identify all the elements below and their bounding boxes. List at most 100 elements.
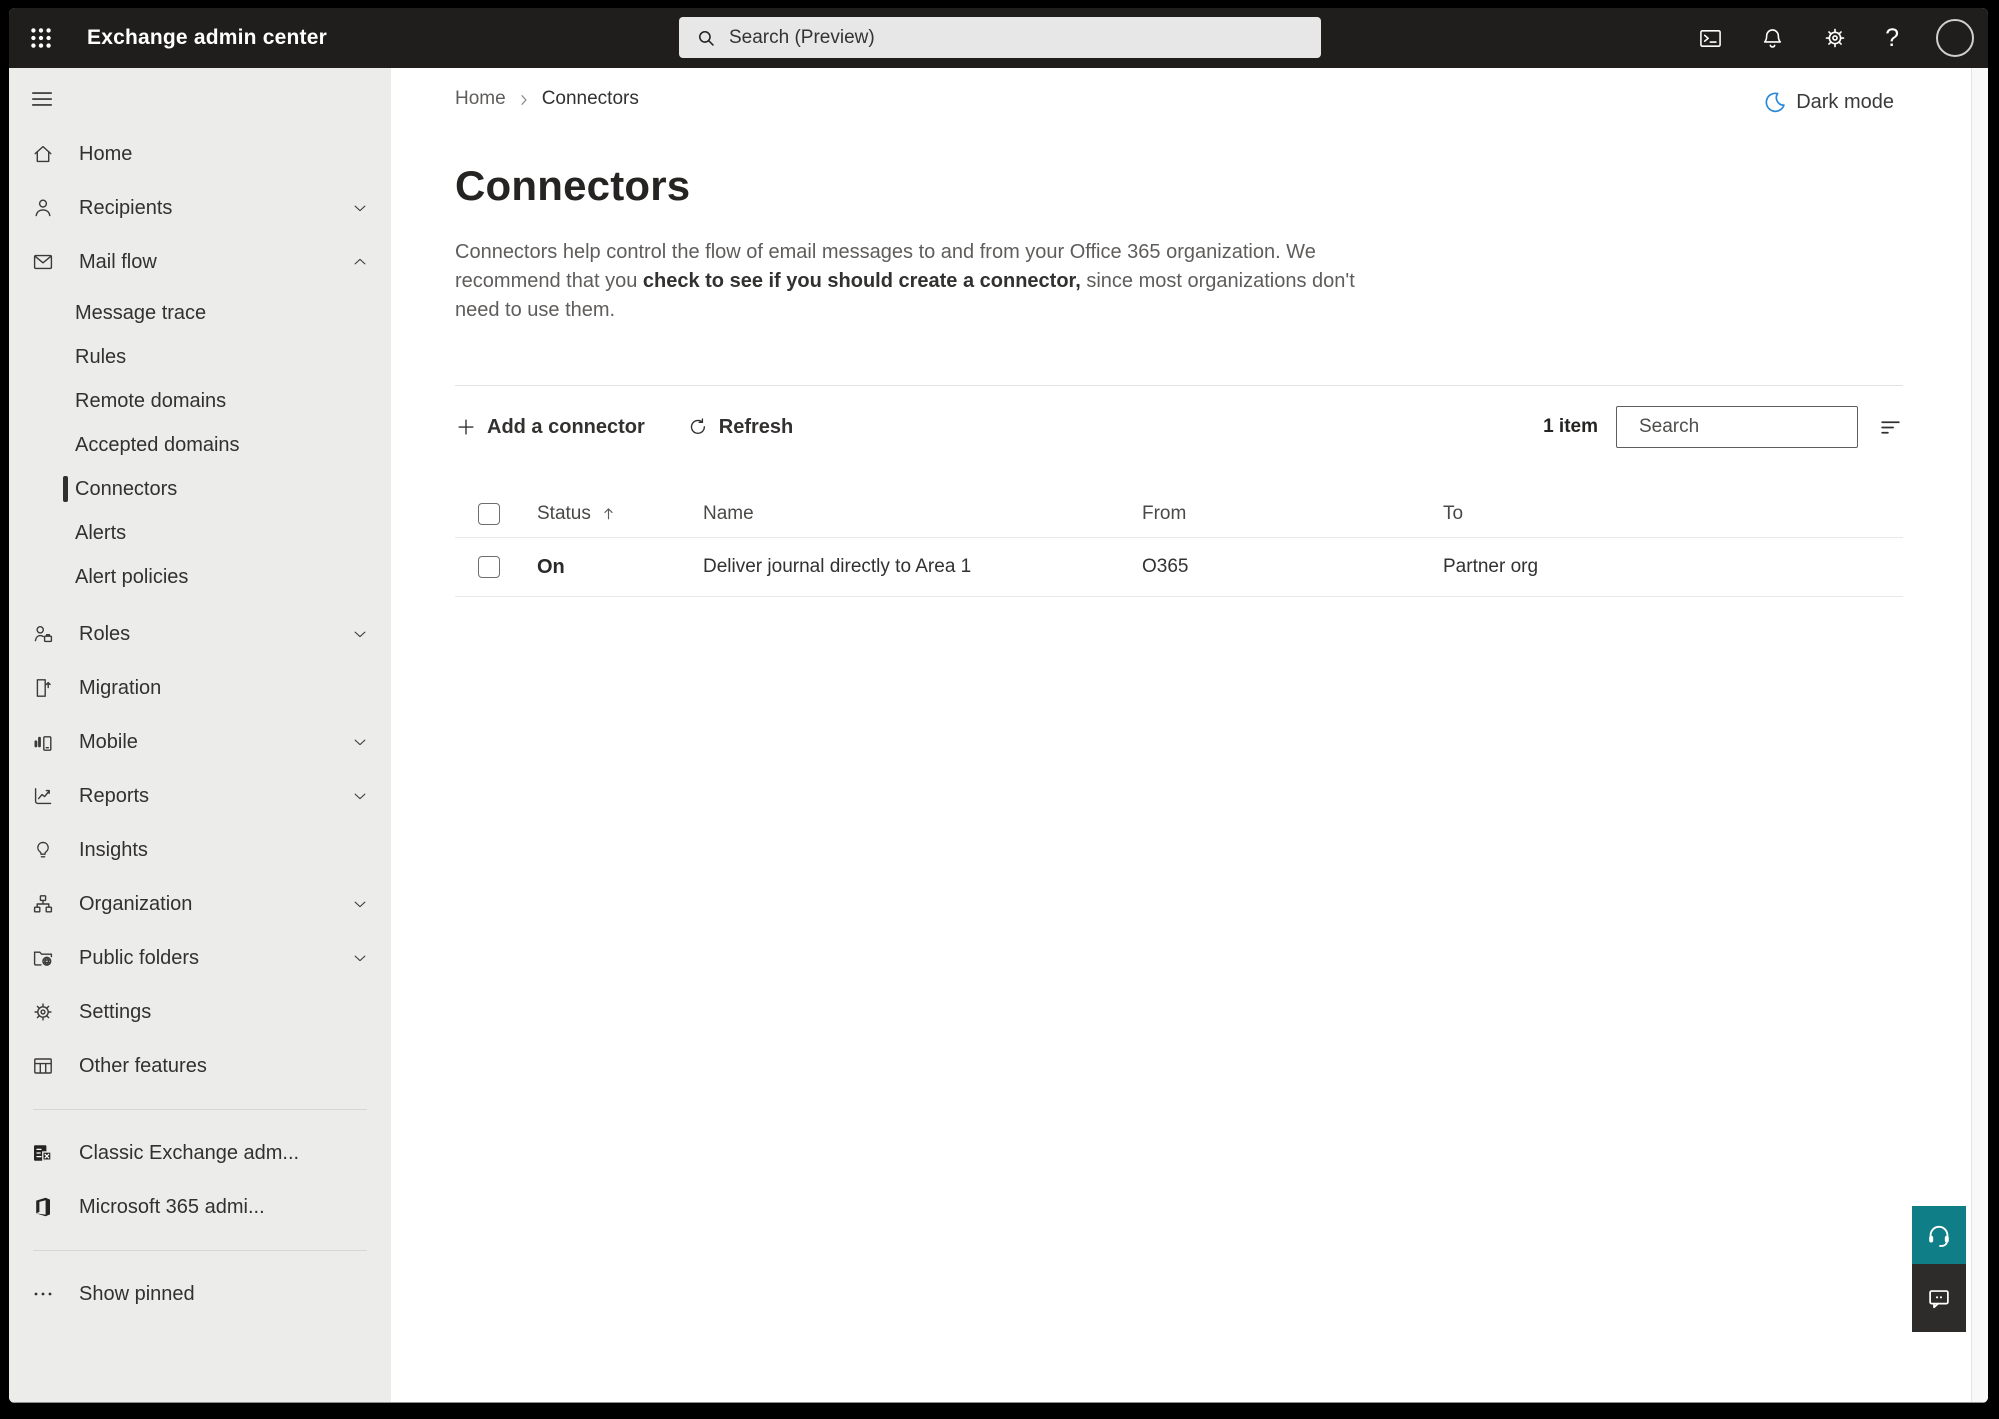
sidebar-divider (33, 1250, 367, 1251)
settings-button[interactable] (1822, 25, 1848, 51)
sidebar-item-rules[interactable]: Rules (9, 335, 391, 379)
column-header-status[interactable]: Status (537, 503, 703, 525)
sidebar-item-accepted-domains[interactable]: Accepted domains (9, 423, 391, 467)
chevron-down-icon (354, 901, 366, 908)
sidebar-item-roles[interactable]: Roles (9, 607, 391, 661)
sidebar-item-classic-exchange-admin[interactable]: Classic Exchange adm... (9, 1126, 391, 1180)
ellipsis-icon (34, 1292, 52, 1296)
sidebar-item-insights[interactable]: Insights (9, 823, 391, 877)
list-search[interactable] (1616, 406, 1884, 448)
column-header-from[interactable]: From (1142, 503, 1443, 525)
sidebar-item-remote-domains[interactable]: Remote domains (9, 379, 391, 423)
sidebar-item-mail-flow[interactable]: Mail flow (9, 235, 391, 289)
sidebar-item-organization[interactable]: Organization (9, 877, 391, 931)
table-row[interactable]: On Deliver journal directly to Area 1 O3… (455, 538, 1903, 597)
table-icon (34, 1058, 52, 1074)
chevron-down-icon (354, 793, 366, 800)
dark-mode-toggle[interactable]: Dark mode (1763, 90, 1894, 114)
list-search-input[interactable] (1639, 416, 1884, 438)
lightbulb-icon (37, 841, 49, 858)
sidebar-item-label: Show pinned (79, 1282, 195, 1305)
sidebar-item-label: Home (79, 142, 133, 165)
reports-icon (34, 788, 52, 805)
notifications-button[interactable] (1760, 26, 1785, 51)
chat-bubble-icon (1929, 1290, 1949, 1309)
topbar-search[interactable] (679, 17, 1321, 58)
scrollbar-track[interactable] (1971, 68, 1988, 1403)
sidebar-item-label: Reports (79, 784, 150, 807)
gear-icon (1825, 28, 1845, 48)
sidebar-nav: Home Recipients Mail flow Message trace … (9, 127, 391, 1321)
refresh-button[interactable]: Refresh (687, 416, 793, 439)
sidebar-item-label: Public folders (79, 946, 200, 969)
description-link-text[interactable]: check to see if you should create a conn… (643, 270, 1081, 292)
question-icon: ? (1885, 23, 1899, 52)
column-header-to[interactable]: To (1443, 503, 1903, 525)
select-all-checkbox[interactable] (478, 502, 500, 525)
bell-icon (1764, 28, 1782, 48)
folder-globe-icon (33, 951, 53, 966)
sidebar-item-alerts[interactable]: Alerts (9, 511, 391, 555)
migration-icon (36, 679, 51, 697)
plus-icon (458, 419, 474, 435)
row-to-cell: Partner org (1443, 556, 1539, 577)
powershell-button[interactable] (1698, 26, 1723, 51)
description-line: need to use them. (455, 299, 616, 321)
sidebar-item-mobile[interactable]: Mobile (9, 715, 391, 769)
toolbar-divider (455, 385, 1903, 386)
sidebar-item-message-trace[interactable]: Message trace (9, 291, 391, 335)
powershell-icon (1700, 29, 1721, 47)
sidebar-item-migration[interactable]: Migration (9, 661, 391, 715)
mobile-icon (34, 736, 52, 751)
sidebar-item-other-features[interactable]: Other features (9, 1039, 391, 1093)
sidebar-item-recipients[interactable]: Recipients (9, 181, 391, 235)
breadcrumb-home[interactable]: Home (455, 88, 506, 110)
sidebar-item-show-pinned[interactable]: Show pinned (9, 1267, 391, 1321)
column-header-name[interactable]: Name (703, 503, 1142, 525)
chevron-down-icon (354, 955, 366, 962)
sidebar-item-label: Microsoft 365 admi... (79, 1195, 265, 1218)
sidebar-item-microsoft-365-admin[interactable]: Microsoft 365 admi... (9, 1180, 391, 1234)
sidebar-item-public-folders[interactable]: Public folders (9, 931, 391, 985)
feedback-button[interactable] (1912, 1264, 1966, 1332)
list-toolbar: Add a connector Refresh 1 item (455, 404, 1903, 450)
org-chart-icon (33, 895, 53, 913)
add-connector-button[interactable]: Add a connector (455, 416, 645, 439)
hamburger-icon (31, 92, 53, 106)
sidebar-item-reports[interactable]: Reports (9, 769, 391, 823)
filter-button[interactable] (1878, 415, 1903, 440)
sidebar-item-label: Mobile (79, 730, 138, 753)
app-launcher-button[interactable] (17, 14, 65, 62)
help-button[interactable]: ? (1885, 23, 1899, 52)
exchange-logo-icon (34, 1145, 52, 1161)
floating-buttons (1912, 1206, 1966, 1332)
topbar-search-input[interactable] (729, 17, 1321, 58)
account-button[interactable] (1936, 19, 1974, 57)
row-checkbox[interactable] (478, 556, 500, 578)
dark-mode-label: Dark mode (1796, 90, 1894, 113)
avatar (1936, 19, 1974, 57)
nav-collapse-button[interactable] (29, 86, 55, 112)
sidebar-item-label: Other features (79, 1054, 207, 1077)
sidebar-item-home[interactable]: Home (9, 127, 391, 181)
row-name-cell[interactable]: Deliver journal directly to Area 1 (703, 556, 1142, 578)
chevron-down-icon (354, 631, 366, 638)
chevron-up-icon (354, 258, 366, 265)
search-icon (698, 30, 714, 46)
m365-logo-icon (36, 1197, 50, 1217)
description-line: Connectors help control the flow of emai… (455, 241, 1316, 263)
sidebar-item-connectors[interactable]: Connectors (9, 467, 391, 511)
row-status-cell: On (537, 556, 703, 579)
sidebar-item-label: Insights (79, 838, 148, 861)
page-description: Connectors help control the flow of emai… (455, 238, 1971, 325)
sidebar-item-alert-policies[interactable]: Alert policies (9, 555, 391, 599)
sidebar-item-settings[interactable]: Settings (9, 985, 391, 1039)
toolbar-right: 1 item (1543, 406, 1903, 448)
moon-icon (1765, 92, 1785, 113)
description-line: recommend that you check to see if you s… (455, 270, 1355, 292)
table-header-row: Status Name From To (455, 490, 1903, 538)
chevron-down-icon (354, 739, 366, 746)
person-icon (35, 199, 51, 217)
support-button[interactable] (1912, 1206, 1966, 1264)
header-checkbox-cell (455, 502, 537, 525)
